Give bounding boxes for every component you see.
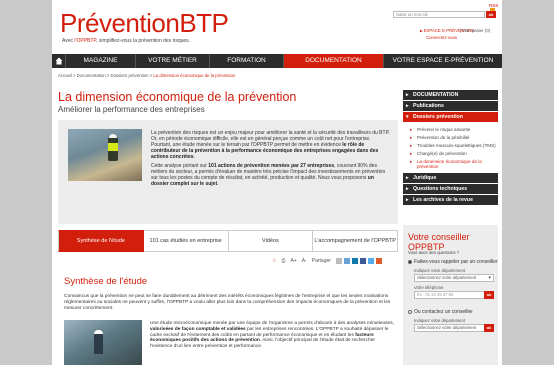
add-share-icon[interactable]	[375, 258, 382, 264]
radio-rappel[interactable]: Faites-vous rappeler par un conseiller	[408, 259, 498, 265]
synthese-photo	[64, 320, 142, 365]
share-label: Partager	[311, 258, 331, 264]
nav-formation[interactable]: FORMATION	[210, 54, 284, 68]
sidebar-item-publications[interactable]: Publications	[403, 101, 498, 111]
tab-synthese[interactable]: Synthèse de l'étude	[58, 230, 144, 252]
radio-checked-icon	[408, 259, 412, 264]
connect-link[interactable]: Connectez-vous	[426, 35, 457, 40]
email-icon[interactable]	[335, 258, 342, 264]
home-icon[interactable]	[52, 54, 66, 68]
intro-photo	[68, 129, 142, 181]
share-icons	[335, 258, 382, 264]
sidebar-subitem-amiante[interactable]: Prévenir le risque amiante	[403, 125, 498, 133]
page-title: La dimension économique de la prévention	[58, 90, 297, 104]
breadcrumb-current: La dimension économique de la prévention	[153, 73, 236, 78]
synthese-paragraph: Convaincus que la prévention ne peut se …	[64, 294, 391, 311]
dept-select[interactable]: Sélectionnez votre département	[414, 274, 494, 282]
nav-espace-e-prevention[interactable]: VOTRE ESPACE E-PRÉVENTION	[384, 54, 502, 68]
search-button[interactable]: ok	[486, 11, 496, 18]
page: PréventionBTP Avec l'OPPBTP, simplifiez-…	[52, 0, 502, 365]
sidebar-subitem-penibilite[interactable]: Prévention de la pénibilité	[403, 133, 498, 141]
twitter-icon[interactable]	[343, 258, 350, 264]
synthese-paragraph-2: Une étude microéconomique menée par une …	[150, 321, 394, 350]
sidebar-subitem-tms[interactable]: Troubles musculo-squelettiques (TMS)	[403, 141, 498, 149]
font-decrease-button[interactable]: A-	[302, 258, 307, 264]
search-input[interactable]: Saisir un mot-clé	[393, 11, 485, 18]
phone-input[interactable]: Ex : 01 23 45 67 89	[414, 291, 494, 299]
sidebar-item-archives[interactable]: Les archives de la revue	[403, 195, 498, 205]
print-icon[interactable]: ⎙	[281, 258, 285, 264]
breadcrumb: Accueil > Documentation > Dossiers préve…	[58, 73, 235, 78]
page-subtitle: Améliorer la performance des entreprises	[58, 105, 205, 114]
site-tagline: Avec l'OPPBTP, simplifiez-vous la préven…	[62, 38, 191, 44]
dept-label: Indiquez votre département	[414, 268, 465, 273]
dept-label-2: Indiquez votre département	[414, 318, 465, 323]
content-tabs: Synthèse de l'étude 101 cas étudiés en e…	[58, 230, 398, 252]
tab-cas-etudies[interactable]: 101 cas étudiés en entreprise	[143, 230, 229, 252]
main-nav: MAGAZINE VOTRE MÉTIER FORMATION DOCUMENT…	[52, 54, 502, 68]
sidebar-item-documentation[interactable]: DOCUMENTATION	[403, 90, 498, 100]
font-increase-button[interactable]: A+	[291, 258, 297, 264]
twitter-bird-icon[interactable]	[367, 258, 374, 264]
sidebar-submenu: Prévenir le risque amiante Prévention de…	[403, 123, 498, 172]
conseiller-question: Vous avez des questions ?	[408, 250, 460, 255]
cart-link[interactable]: | Mon panier (0)	[460, 28, 490, 33]
sidebar-item-dossiers-prevention[interactable]: Dossiers prévention	[403, 112, 498, 122]
sidebar-item-questions-techniques[interactable]: Questions techniques	[403, 184, 498, 194]
tab-accompagnement[interactable]: L'accompagnement de l'OPPBTP	[313, 230, 398, 252]
breadcrumb-path[interactable]: Accueil > Documentation > Dossiers préve…	[58, 73, 153, 78]
contact-ok-button[interactable]: ok	[484, 324, 494, 332]
sidebar-subitem-dimension-economique[interactable]: La dimension économique de la prévention	[403, 157, 498, 170]
conseiller-title: Votre conseiller OPPBTP	[408, 232, 470, 252]
tab-videos[interactable]: Vidéos	[228, 230, 314, 252]
sidebar-nav: DOCUMENTATION Publications Dossiers prév…	[403, 90, 498, 206]
sidebar-item-juridique[interactable]: Juridique	[403, 173, 498, 183]
site-logo[interactable]: PréventionBTP	[60, 10, 229, 36]
nav-votre-metier[interactable]: VOTRE MÉTIER	[136, 54, 210, 68]
intro-text: La prévention des risques est un enjeu m…	[151, 130, 390, 187]
facebook-icon[interactable]	[359, 258, 366, 264]
dept-select-2[interactable]: Sélectionnez votre département	[414, 324, 494, 332]
radio-unchecked-icon	[408, 309, 412, 314]
nav-magazine[interactable]: MAGAZINE	[66, 54, 136, 68]
star-icon[interactable]: ☆	[272, 258, 276, 264]
rappel-ok-button[interactable]: ok	[484, 291, 494, 299]
article-toolbar: ☆ ⎙ A+ A- Partager	[272, 258, 382, 264]
linkedin-icon[interactable]	[351, 258, 358, 264]
nav-documentation[interactable]: DOCUMENTATION	[284, 54, 384, 68]
radio-contact[interactable]: Ou contactez un conseiller	[408, 309, 473, 315]
sidebar-subitem-charge-prevention[interactable]: Chargé(e) de prévention	[403, 149, 498, 157]
phone-label: Votre téléphone	[414, 285, 444, 290]
section-title: Synthèse de l'étude	[64, 276, 148, 287]
